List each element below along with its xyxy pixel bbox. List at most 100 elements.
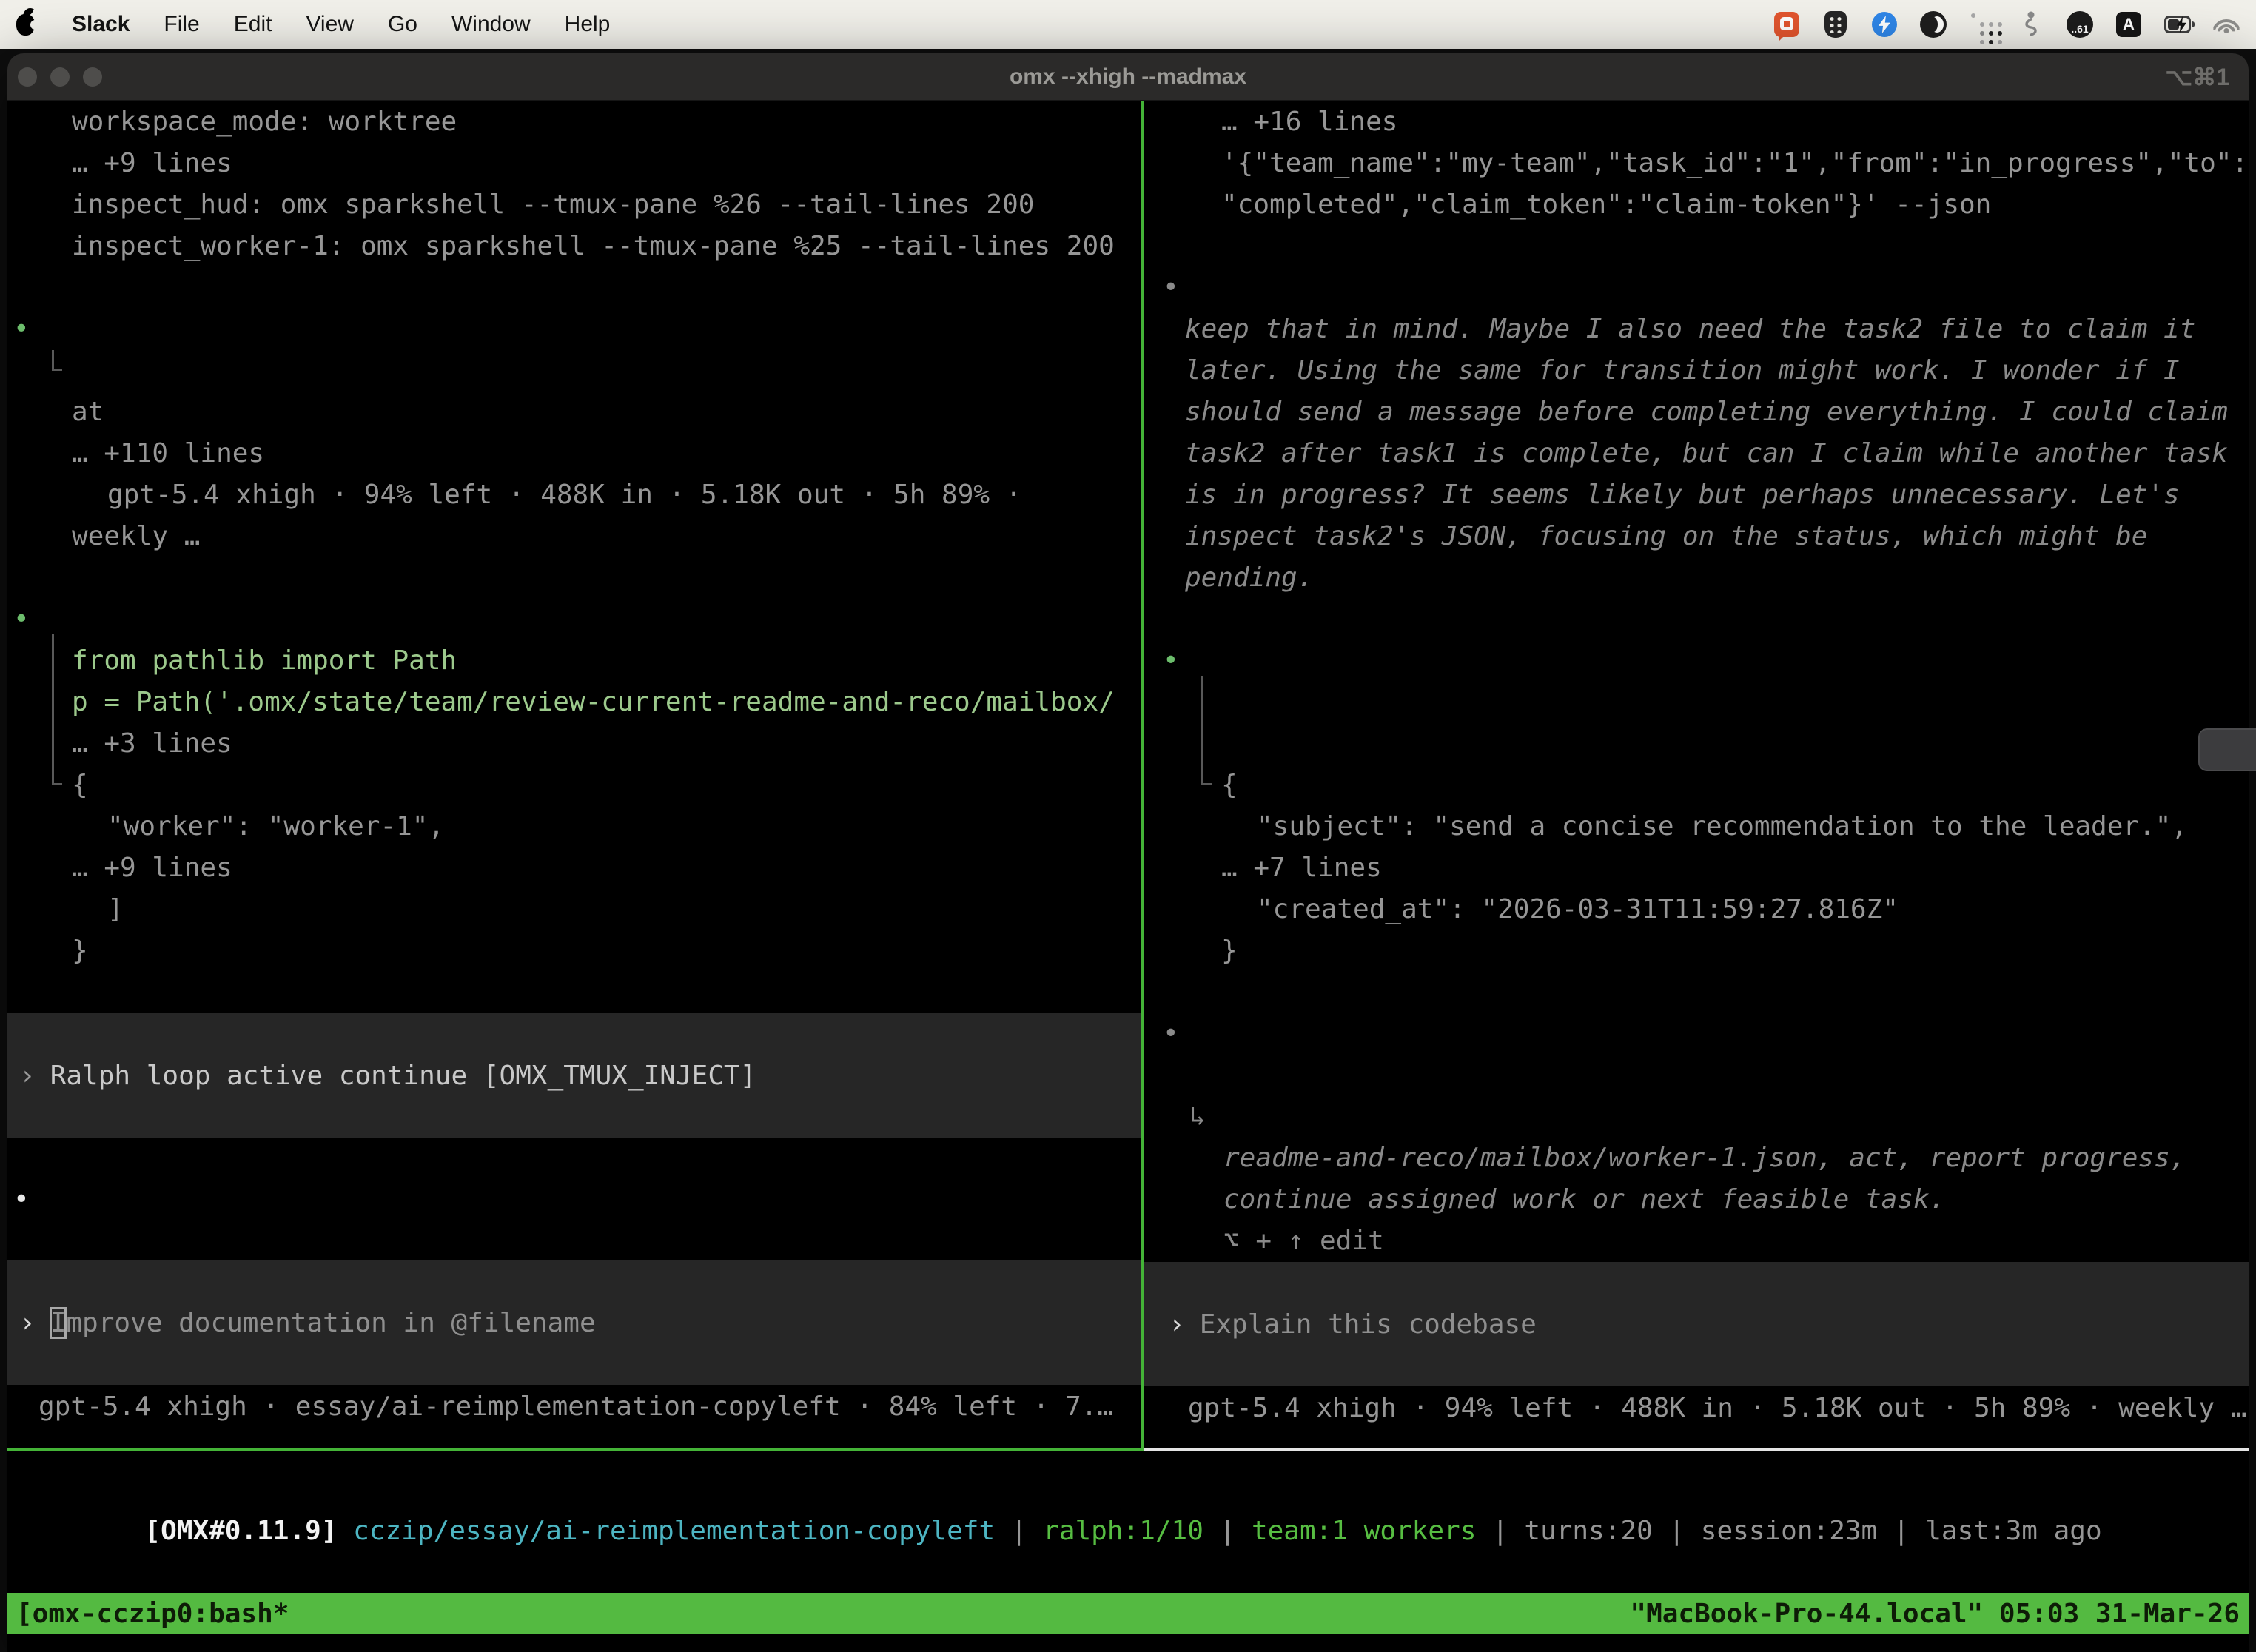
hud-project-path: cczip/essay/ai-reimplementation-copyleft xyxy=(337,1516,995,1546)
apple-menu-icon[interactable] xyxy=(16,14,35,36)
code-line: tasks/task-2.json" xyxy=(1157,723,2249,765)
usage-line: weekly … xyxy=(7,516,1141,557)
terminal-content: workspace_mode: worktree … +9 lines insp… xyxy=(7,101,2249,1652)
crescent-app-icon[interactable] xyxy=(1920,11,1947,38)
thinking-line: keep that in mind. Maybe I also need the… xyxy=(1157,309,2249,350)
command-output-line: be necessary for the end of the README. … xyxy=(7,350,1141,392)
hud-ralph-counter: ralph:1/10 xyxy=(1043,1516,1203,1546)
terminal-window: omx --xhigh --madmax ⌥⌘1 workspace_mode:… xyxy=(7,53,2249,1652)
model-status-line: gpt-5.4 xhigh · 94% left · 488K in · 5.1… xyxy=(1157,1388,2249,1429)
mailbox-message-line: ↳1 new msg(s): read $OMX_TEAM_STATE_ROOT… xyxy=(1157,1096,2249,1138)
ellipsis-line: … +7 lines xyxy=(1157,847,2249,889)
code-block: from pathlib import Path p = Path('.omx/… xyxy=(7,640,1141,806)
menu-view[interactable]: View xyxy=(306,12,353,37)
model-status-line: gpt-5.4 xhigh · essay/ai-reimplementatio… xyxy=(7,1386,1141,1428)
thinking-line: is in progress? It seems likely but perh… xyxy=(1157,474,2249,516)
code-line: p = Path('.omx/state/team/review-current… xyxy=(7,682,1141,723)
ran-command-line: •Ran set -euo pipefail xyxy=(1157,640,2249,682)
edit-shortcut-hint: ⌥ + ↑ edit xyxy=(1157,1220,2249,1262)
terminal-line: workspace_mode: worktree xyxy=(7,101,1141,143)
prompt-input-left[interactable]: ›Improve documentation in @filename xyxy=(7,1260,1141,1385)
hook-figure-icon[interactable] xyxy=(2018,11,2044,38)
gauge-61-icon[interactable]: ..61 xyxy=(2067,11,2093,38)
ran-command-line: •Ran python3 - <<'PY' xyxy=(7,599,1141,640)
ellipsis-line: … +16 lines xyxy=(1157,101,2249,143)
reply-arrow-icon: ↳ xyxy=(1189,1096,1206,1138)
dots-grid-icon[interactable] xyxy=(1969,11,1995,38)
menu-file[interactable]: File xyxy=(164,12,199,37)
menu-window[interactable]: Window xyxy=(451,12,531,37)
macos-menubar: Slack File Edit View Go Window Help ..61… xyxy=(0,0,2256,49)
wifi-icon[interactable] xyxy=(2213,11,2240,38)
omx-hud-status-line: [OMX#0.11.9] cczip/essay/ai-reimplementa… xyxy=(7,1451,2249,1511)
menu-help[interactable]: Help xyxy=(565,12,611,37)
thinking-line: •I need to get the claim token from the … xyxy=(1157,267,2249,309)
status-bullet-icon: • xyxy=(1163,640,1179,682)
omx-version-badge: [OMX#0.11.9] xyxy=(144,1516,337,1546)
output-json-line: } xyxy=(7,930,1141,972)
waiting-status-line: •Waiting for background terminal (3m 46s… xyxy=(1157,1013,2249,1055)
working-status-line: •Working (6m 38s • esc to interrupt) xyxy=(7,1179,1141,1220)
output-json-line: { xyxy=(7,765,1141,806)
ellipsis-line: … +110 lines xyxy=(7,433,1141,474)
tmux-session-label[interactable]: [omx-cczip0:bash* xyxy=(16,1599,289,1629)
window-title: omx --xhigh --madmax xyxy=(7,53,2249,101)
input-source-icon[interactable]: A xyxy=(2115,11,2142,38)
screen-overlay-pill[interactable]: Scre xyxy=(2198,728,2256,771)
output-json-line: { xyxy=(1157,765,2249,806)
command-output-line: at xyxy=(7,392,1141,433)
menubar-status-tray: ..61 A xyxy=(1773,11,2240,38)
tmux-pane-left[interactable]: workspace_mode: worktree … +9 lines insp… xyxy=(7,101,1141,1448)
terminal-line: "completed","claim_token":"claim-token"}… xyxy=(1157,184,2249,226)
hud-session-stats: | turns:20 | session:23m | last:3m ago xyxy=(1476,1516,2101,1546)
usage-line: gpt-5.4 xhigh · 94% left · 488K in · 5.1… xyxy=(7,474,1141,516)
bolt-badge-icon[interactable] xyxy=(1871,11,1898,38)
window-shortcut-badge: ⌥⌘1 xyxy=(2165,53,2229,101)
menubar-app-name[interactable]: Slack xyxy=(72,12,130,37)
output-json-line: ] xyxy=(7,889,1141,930)
menu-go[interactable]: Go xyxy=(388,12,417,37)
prompt-icon: › xyxy=(7,1308,36,1338)
tmux-host-clock: "MacBook-Pro-44.local" 05:03 31-Mar-26 xyxy=(1630,1599,2240,1629)
terminal-line: '{"team_name":"my-team","task_id":"1","f… xyxy=(1157,143,2249,184)
menu-edit[interactable]: Edit xyxy=(234,12,272,37)
status-bullet-icon: • xyxy=(13,1179,30,1220)
thinking-line: later. Using the same for transition mig… xyxy=(1157,350,2249,392)
output-json-line: } xyxy=(1157,930,2249,972)
ellipsis-line: … +3 lines xyxy=(7,723,1141,765)
output-bracket xyxy=(52,350,62,371)
prompt-input-right[interactable]: ›Explain this codebase xyxy=(1144,1262,2249,1386)
terminal-line: inspect_hud: omx sparkshell --tmux-pane … xyxy=(7,184,1141,226)
terminal-line: … +9 lines xyxy=(7,143,1141,184)
thinking-line: pending. xyxy=(1157,557,2249,599)
tmux-status-bar: [omx-cczip0:bash* "MacBook-Pro-44.local"… xyxy=(7,1593,2249,1634)
prompt-icon: › xyxy=(1157,1309,1185,1340)
status-bullet-icon: • xyxy=(1163,267,1179,309)
ran-command-line: •Ran tmux capture-pane -t %25 -p -S -80 xyxy=(7,309,1141,350)
ellipsis-line: … +9 lines xyxy=(7,847,1141,889)
thinking-line: task2 after task1 is complete, but can I… xyxy=(1157,433,2249,474)
status-bullet-icon: • xyxy=(13,309,30,350)
code-line: from pathlib import Path xyxy=(7,640,1141,682)
mailbox-message-line: continue assigned work or next feasible … xyxy=(1157,1179,2249,1220)
code-block: cat "$OMX_TEAM_STATE_ROOT/team/review-cu… xyxy=(1157,682,2249,806)
window-titlebar[interactable]: omx --xhigh --madmax ⌥⌘1 xyxy=(7,53,2249,101)
battery-icon[interactable] xyxy=(2164,11,2191,38)
chat-app-icon[interactable] xyxy=(1773,11,1800,38)
notice-banner: ›Ralph loop active continue [OMX_TMUX_IN… xyxy=(7,1013,1141,1138)
status-bullet-icon: • xyxy=(13,599,30,640)
shield-grid-icon[interactable] xyxy=(1822,11,1849,38)
text-cursor: I xyxy=(50,1308,67,1338)
prompt-icon: › xyxy=(7,1061,36,1091)
code-line: cat "$OMX_TEAM_STATE_ROOT/team/review-cu… xyxy=(1157,682,2249,723)
output-json-line: "subject": "send a concise recommendatio… xyxy=(1157,806,2249,847)
status-bullet-icon: • xyxy=(1163,1013,1179,1055)
omx-hud-pane: [OMX#0.11.9] cczip/essay/ai-reimplementa… xyxy=(7,1451,2249,1593)
hud-team-workers: team:1 workers xyxy=(1252,1516,1476,1546)
tmux-pane-right[interactable]: … +16 lines '{"team_name":"my-team","tas… xyxy=(1144,101,2249,1448)
terminal-line: inspect_worker-1: omx sparkshell --tmux-… xyxy=(7,226,1141,267)
output-json-line: "worker": "worker-1", xyxy=(7,806,1141,847)
output-json-line: "created_at": "2026-03-31T11:59:27.816Z" xyxy=(1157,889,2249,930)
thinking-line: inspect task2's JSON, focusing on the st… xyxy=(1157,516,2249,557)
thinking-line: should send a message before completing … xyxy=(1157,392,2249,433)
